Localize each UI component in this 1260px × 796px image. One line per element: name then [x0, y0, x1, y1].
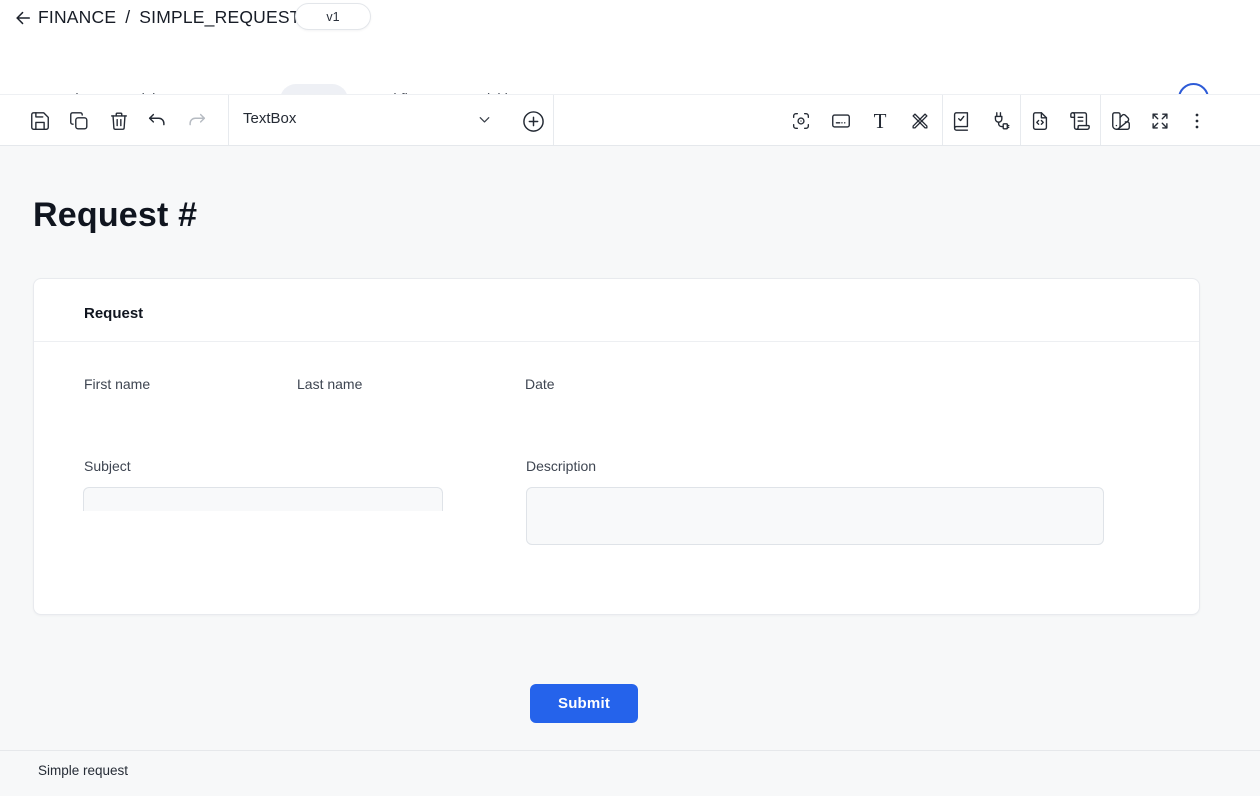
integration-plug-icon	[989, 110, 1011, 132]
theme-button[interactable]	[1103, 103, 1139, 139]
breadcrumb-parent[interactable]: FINANCE	[38, 7, 116, 28]
element-type-value: TextBox	[243, 110, 296, 127]
add-element-button[interactable]	[515, 103, 551, 139]
form-section-card[interactable]: Request First name Last name Date Subjec…	[33, 278, 1200, 615]
tab-bar: General Participants Data Form Workflow …	[0, 40, 1260, 94]
process-name: Simple request	[38, 763, 128, 778]
more-options-button[interactable]	[1179, 103, 1215, 139]
redo-button[interactable]	[179, 103, 215, 139]
theme-palette-icon	[1110, 110, 1132, 132]
field-label-first-name[interactable]: First name	[84, 376, 150, 392]
field-properties-button[interactable]	[823, 103, 859, 139]
save-button[interactable]	[22, 103, 58, 139]
plus-circle-icon	[521, 109, 546, 134]
section-title[interactable]: Request	[84, 305, 143, 322]
fullscreen-button[interactable]	[1142, 103, 1178, 139]
scripts-button[interactable]	[1062, 103, 1098, 139]
integrations-button[interactable]	[982, 103, 1018, 139]
script-scroll-icon	[1069, 110, 1091, 132]
subject-input[interactable]	[83, 487, 443, 511]
undo-icon	[146, 110, 168, 132]
design-tools-icon	[909, 110, 931, 132]
text-style-button[interactable]: T	[862, 103, 898, 139]
app-window: FINANCE / SIMPLE_REQUEST v1 General Part…	[0, 0, 1260, 796]
design-tools-button[interactable]	[902, 103, 938, 139]
code-view-button[interactable]	[1022, 103, 1058, 139]
rules-button[interactable]	[943, 103, 979, 139]
fullscreen-icon	[1149, 110, 1171, 132]
save-icon	[29, 110, 51, 132]
field-label-description[interactable]: Description	[526, 458, 596, 474]
footer-bar: Simple request	[0, 750, 1260, 796]
field-card-icon	[830, 110, 852, 132]
version-badge[interactable]: v1	[295, 3, 371, 30]
form-canvas: Request # Request First name Last name D…	[0, 146, 1260, 750]
top-bar: FINANCE / SIMPLE_REQUEST v1	[0, 0, 1260, 40]
toolbar-divider	[553, 95, 554, 145]
form-title[interactable]: Request #	[33, 196, 197, 235]
duplicate-icon	[68, 110, 90, 132]
chevron-down-icon	[476, 111, 493, 128]
duplicate-button[interactable]	[61, 103, 97, 139]
submit-button[interactable]: Submit	[530, 684, 638, 723]
breadcrumb-current: SIMPLE_REQUEST	[139, 7, 300, 28]
toolbar-divider	[1100, 95, 1101, 145]
field-label-subject[interactable]: Subject	[84, 458, 131, 474]
breadcrumb: FINANCE / SIMPLE_REQUEST	[38, 5, 301, 29]
element-type-select[interactable]: TextBox	[229, 95, 511, 145]
toolbar-divider	[1020, 95, 1021, 145]
description-input[interactable]	[526, 487, 1104, 545]
breadcrumb-separator: /	[125, 7, 130, 28]
text-icon: T	[874, 111, 887, 132]
form-builder-toolbar: TextBox T	[0, 94, 1260, 146]
preview-button[interactable]	[783, 103, 819, 139]
version-badge-label: v1	[326, 10, 339, 24]
code-file-icon	[1029, 110, 1051, 132]
more-menu-icon	[1186, 110, 1208, 132]
undo-button[interactable]	[139, 103, 175, 139]
field-label-date[interactable]: Date	[525, 376, 555, 392]
section-divider	[34, 341, 1199, 342]
redo-icon	[186, 110, 208, 132]
preview-eye-icon	[790, 110, 812, 132]
arrow-left-icon	[13, 8, 33, 28]
delete-icon	[108, 110, 130, 132]
field-label-last-name[interactable]: Last name	[297, 376, 362, 392]
rules-book-icon	[950, 110, 972, 132]
delete-button[interactable]	[101, 103, 137, 139]
back-button[interactable]	[10, 5, 36, 31]
